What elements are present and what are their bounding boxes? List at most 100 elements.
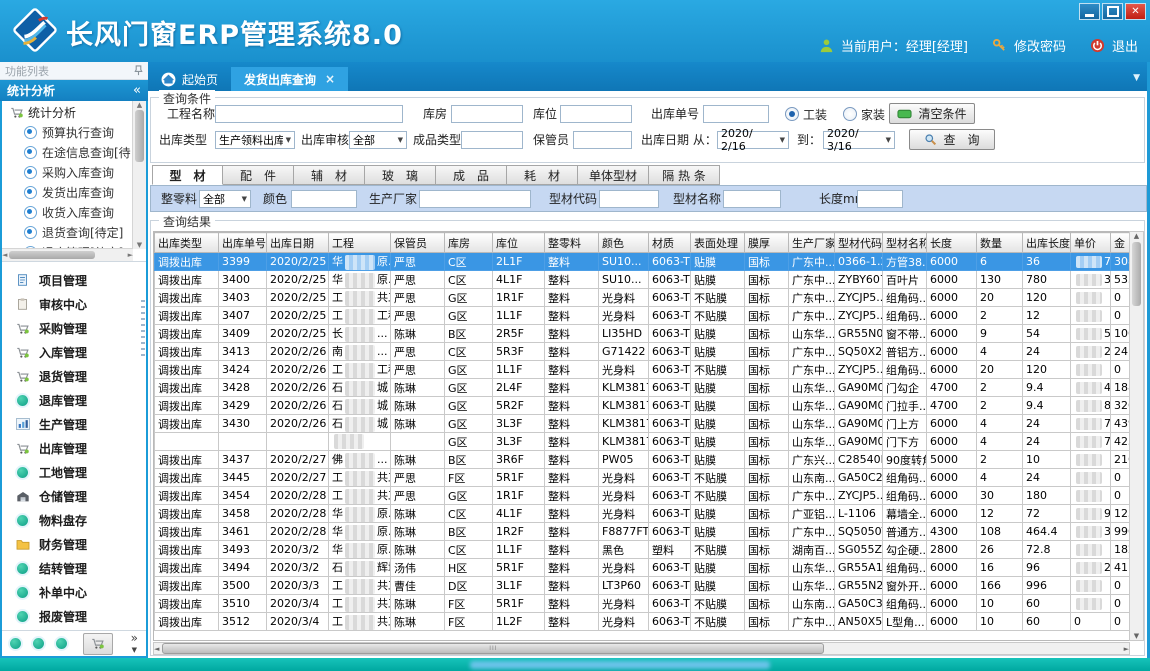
table-row[interactable]: 调拨出库34542020/2/28工共工程严思G区1R1F整料光身料6063-T…	[155, 487, 1131, 505]
sidebar-item-项目管理[interactable]: 项目管理	[2, 268, 146, 292]
column-header-颜色[interactable]: 颜色	[599, 233, 649, 253]
tree-item[interactable]: 发货出库查询	[4, 182, 133, 202]
sidebar-item-物料盘存[interactable]: 物料盘存	[2, 508, 146, 532]
column-header-库位[interactable]: 库位	[493, 233, 545, 253]
pin-icon[interactable]	[134, 65, 143, 76]
sidebar-item-工地管理[interactable]: 工地管理	[2, 460, 146, 484]
minimize-button[interactable]	[1079, 3, 1100, 20]
scroll-down-icon[interactable]: ▼	[1134, 632, 1139, 640]
manufacturer-input[interactable]	[419, 190, 531, 208]
date-from-select[interactable]: 2020/ 2/16▼	[717, 131, 789, 149]
table-row[interactable]: 调拨出库35002020/3/3工共工程曹佳D区3L1F整料LT3P606063…	[155, 577, 1131, 595]
table-row[interactable]: 调拨出库34372020/2/27佛...陈琳B区3R6F整料PW056063-…	[155, 451, 1131, 469]
radio-gongzhuang[interactable]: 工装	[785, 105, 827, 123]
table-row[interactable]: 调拨出库34132020/2/26南...严思C区5R3F整料G71422606…	[155, 343, 1131, 361]
tree-root-statistics[interactable]: 统计分析	[4, 103, 133, 122]
project-name-input[interactable]	[215, 105, 403, 123]
table-row[interactable]: 调拨出库35122020/3/4工共工程陈琳F区1L2F整料光身料6063-T5…	[155, 613, 1131, 631]
overflow-chevron[interactable]: »▼	[131, 633, 138, 655]
sidebar-item-仓储管理[interactable]: 仓储管理	[2, 484, 146, 508]
outbound-audit-select[interactable]: 全部▼	[349, 131, 407, 149]
column-header-工程[interactable]: 工程	[329, 233, 391, 253]
tree-item[interactable]: 采购入库查询	[4, 162, 133, 182]
maximize-button[interactable]	[1102, 3, 1123, 20]
material-tab-单体型材[interactable]: 单体型材	[578, 165, 649, 185]
sidebar-splitter-handle[interactable]	[141, 300, 145, 356]
profile-name-input[interactable]	[723, 190, 781, 208]
tab-起始页[interactable]: 起始页	[148, 67, 231, 91]
column-header-单价[interactable]: 单价	[1071, 233, 1111, 253]
tree-item[interactable]: 收货入库查询	[4, 202, 133, 222]
column-header-材质[interactable]: 材质	[649, 233, 691, 253]
table-row[interactable]: 调拨出库33992020/2/25华原...严思C区2L1F整料SU10...6…	[155, 253, 1131, 271]
statistics-group-header[interactable]: 统计分析 «	[0, 80, 148, 101]
sidebar-item-生产管理[interactable]: 生产管理	[2, 412, 146, 436]
warehouse-input[interactable]	[451, 105, 523, 123]
circle-icon[interactable]	[33, 638, 44, 649]
grid-vertical-scrollbar[interactable]: ▲ ▼	[1129, 231, 1144, 641]
table-row[interactable]: 调拨出库34302020/2/26石城陈琳G区3L3F整料KLM38176063…	[155, 415, 1131, 433]
table-row[interactable]: 调拨出库34032020/2/25工共工程严思G区1R1F整料光身料6063-T…	[155, 289, 1131, 307]
tree-vertical-scrollbar[interactable]: ▲ ▼	[132, 101, 146, 249]
date-to-select[interactable]: 2020/ 3/16▼	[823, 131, 895, 149]
collapse-icon[interactable]: «	[133, 83, 141, 98]
column-header-表面处理[interactable]: 表面处理	[691, 233, 745, 253]
table-row[interactable]: 调拨出库34282020/2/26石城陈琳G区2L4F整料KLM38176063…	[155, 379, 1131, 397]
sidebar-item-财务管理[interactable]: 财务管理	[2, 532, 146, 556]
whole-piece-select[interactable]: 全部▼	[199, 190, 251, 208]
scroll-right-icon[interactable]: ►	[128, 251, 133, 259]
sidebar-item-报废管理[interactable]: 报废管理	[2, 604, 146, 628]
material-tab-配件[interactable]: 配 件	[223, 165, 294, 185]
material-tab-玻璃[interactable]: 玻 璃	[365, 165, 436, 185]
column-header-库房[interactable]: 库房	[445, 233, 493, 253]
material-tab-型材[interactable]: 型 材	[152, 165, 223, 185]
scroll-down-icon[interactable]: ▼	[137, 241, 142, 249]
column-header-出库单号[interactable]: 出库单号	[219, 233, 267, 253]
logout-link[interactable]: 退出	[1112, 36, 1138, 55]
scroll-up-icon[interactable]: ▲	[1134, 232, 1139, 240]
location-input[interactable]	[560, 105, 632, 123]
column-header-长度[interactable]: 长度	[927, 233, 977, 253]
table-row[interactable]: 调拨出库35102020/3/4工共工程陈琳F区5R1F整料光身料6063-T5…	[155, 595, 1131, 613]
scroll-left-icon[interactable]: ◄	[154, 645, 159, 653]
search-button[interactable]: 查 询	[909, 129, 995, 150]
length-mm-input[interactable]	[857, 190, 903, 208]
tab-overflow-icon[interactable]: ▼	[1133, 73, 1140, 83]
table-row[interactable]: 调拨出库34612020/2/28华原...陈琳B区1R2F整料F8877FT6…	[155, 523, 1131, 541]
scroll-right-icon[interactable]: ►	[1124, 645, 1129, 653]
column-header-金[interactable]: 金	[1111, 233, 1131, 253]
outbound-type-select[interactable]: 生产领料出库▼	[215, 131, 295, 149]
material-tab-耗材[interactable]: 耗 材	[507, 165, 578, 185]
tab-close-icon[interactable]: ×	[325, 72, 335, 86]
column-header-整零料[interactable]: 整零料	[545, 233, 599, 253]
table-row[interactable]: 调拨出库34942020/3/2石辉城汤伟H区5R1F整料光身料6063-T5贴…	[155, 559, 1131, 577]
tree-item[interactable]: 预算执行查询	[4, 122, 133, 142]
cart-toolbar-button[interactable]	[83, 633, 113, 655]
scrollbar-thumb[interactable]	[1132, 242, 1141, 306]
tab-发货出库查询[interactable]: 发货出库查询×	[231, 67, 348, 91]
column-header-数量[interactable]: 数量	[977, 233, 1023, 253]
scrollbar-thumb[interactable]: III	[162, 643, 824, 654]
change-password-link[interactable]: 修改密码	[1014, 36, 1066, 55]
material-tab-成品[interactable]: 成 品	[436, 165, 507, 185]
tree-item[interactable]: 退货查询[待定]	[4, 222, 133, 242]
column-header-型材代码[interactable]: 型材代码	[835, 233, 883, 253]
tree-horizontal-scrollbar[interactable]: ◄ ►	[2, 248, 133, 261]
column-header-出库类型[interactable]: 出库类型	[155, 233, 219, 253]
material-tab-辅材[interactable]: 辅 材	[294, 165, 365, 185]
column-header-出库长度[interactable]: 出库长度	[1023, 233, 1071, 253]
tree-item[interactable]: 在途信息查询[待	[4, 142, 133, 162]
table-row[interactable]: 调拨出库34582020/2/28华原...陈琳C区4L1F整料光身料6063-…	[155, 505, 1131, 523]
clear-conditions-button[interactable]: 清空条件	[889, 103, 975, 124]
circle-icon[interactable]	[56, 638, 67, 649]
column-header-生产厂家[interactable]: 生产厂家	[789, 233, 835, 253]
scrollbar-thumb[interactable]	[135, 110, 144, 162]
sidebar-item-出库管理[interactable]: 出库管理	[2, 436, 146, 460]
circle-icon[interactable]	[10, 638, 21, 649]
color-input[interactable]	[291, 190, 357, 208]
close-button[interactable]: ✕	[1125, 3, 1146, 20]
table-row[interactable]: 调拨出库34092020/2/25长...陈琳B区2R5F整料LI35HD606…	[155, 325, 1131, 343]
table-row[interactable]: 调拨出库34242020/2/26工工程严思G区1L1F整料光身料6063-T5…	[155, 361, 1131, 379]
sidebar-item-审核中心[interactable]: 审核中心	[2, 292, 146, 316]
column-header-型材名称[interactable]: 型材名称	[883, 233, 927, 253]
